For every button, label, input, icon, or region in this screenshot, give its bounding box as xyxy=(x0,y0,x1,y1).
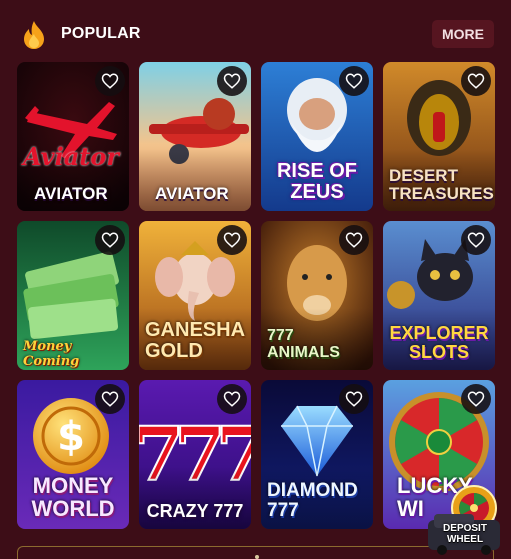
heart-outline-icon xyxy=(467,73,485,89)
heart-outline-icon xyxy=(101,232,119,248)
game-card-ganesha-gold[interactable]: GANESHA GOLD xyxy=(139,221,251,370)
game-title: RISE OF ZEUS xyxy=(276,160,357,203)
favorite-button[interactable] xyxy=(95,66,125,96)
svg-text:$: $ xyxy=(57,414,85,460)
favorite-button[interactable] xyxy=(339,384,369,414)
deposit-wheel-button[interactable]: DEPOSIT WHEEL xyxy=(424,484,504,556)
game-title: DESERT TREASURES xyxy=(389,166,494,203)
game-title: 777 ANIMALS xyxy=(267,327,340,361)
favorite-button[interactable] xyxy=(339,225,369,255)
favorite-button[interactable] xyxy=(217,225,247,255)
game-title: AVIATOR xyxy=(34,183,108,203)
favorite-button[interactable] xyxy=(339,66,369,96)
favorite-button[interactable] xyxy=(461,384,491,414)
game-art-logo: Money Coming xyxy=(23,339,80,369)
game-card-desert-treasures[interactable]: DESERT TREASURES xyxy=(383,62,495,211)
game-card-crazy-777[interactable]: 777 CRAZY 777 xyxy=(139,380,251,529)
game-title: EXPLORER SLOTS xyxy=(389,323,489,362)
game-grid: Aviator AVIATOR AVIATOR RISE OF ZEUS DES… xyxy=(17,62,495,529)
deposit-wheel-label: DEPOSIT WHEEL xyxy=(443,523,487,545)
game-card-explorer-slots[interactable]: EXPLORER SLOTS xyxy=(383,221,495,370)
bottom-dot xyxy=(255,555,259,559)
heart-outline-icon xyxy=(101,73,119,89)
favorite-button[interactable] xyxy=(461,66,491,96)
favorite-button[interactable] xyxy=(217,66,247,96)
favorite-button[interactable] xyxy=(95,225,125,255)
heart-outline-icon xyxy=(345,391,363,407)
game-card-diamond-777[interactable]: DIAMOND 777 xyxy=(261,380,373,529)
game-title: MONEY WORLD xyxy=(31,473,115,521)
flame-icon xyxy=(24,21,44,49)
deposit-wheel-icon xyxy=(428,485,500,555)
game-art-logo: Aviator xyxy=(23,142,119,171)
game-card-money-coming[interactable]: Money Coming xyxy=(17,221,129,370)
game-card-rise-of-zeus[interactable]: RISE OF ZEUS xyxy=(261,62,373,211)
game-title: AVIATOR xyxy=(155,183,229,203)
section-title: POPULAR xyxy=(61,25,141,42)
favorite-button[interactable] xyxy=(217,384,247,414)
game-card-money-world[interactable]: $ MONEY WORLD xyxy=(17,380,129,529)
heart-outline-icon xyxy=(223,391,241,407)
more-button[interactable]: MORE xyxy=(432,20,494,48)
heart-outline-icon xyxy=(467,391,485,407)
heart-outline-icon xyxy=(345,73,363,89)
game-card-777-animals[interactable]: 777 ANIMALS xyxy=(261,221,373,370)
section-header: POPULAR MORE xyxy=(0,0,511,62)
game-card-aviator-plane[interactable]: AVIATOR xyxy=(139,62,251,211)
heart-outline-icon xyxy=(101,391,119,407)
bottom-panel-edge xyxy=(17,546,494,559)
game-title: GANESHA GOLD xyxy=(145,319,246,362)
game-card-aviator[interactable]: Aviator AVIATOR xyxy=(17,62,129,211)
heart-outline-icon xyxy=(467,232,485,248)
favorite-button[interactable] xyxy=(461,225,491,255)
game-title: DIAMOND 777 xyxy=(267,480,358,521)
heart-outline-icon xyxy=(223,232,241,248)
favorite-button[interactable] xyxy=(95,384,125,414)
heart-outline-icon xyxy=(223,73,241,89)
heart-outline-icon xyxy=(345,232,363,248)
game-title: CRAZY 777 xyxy=(146,500,244,521)
